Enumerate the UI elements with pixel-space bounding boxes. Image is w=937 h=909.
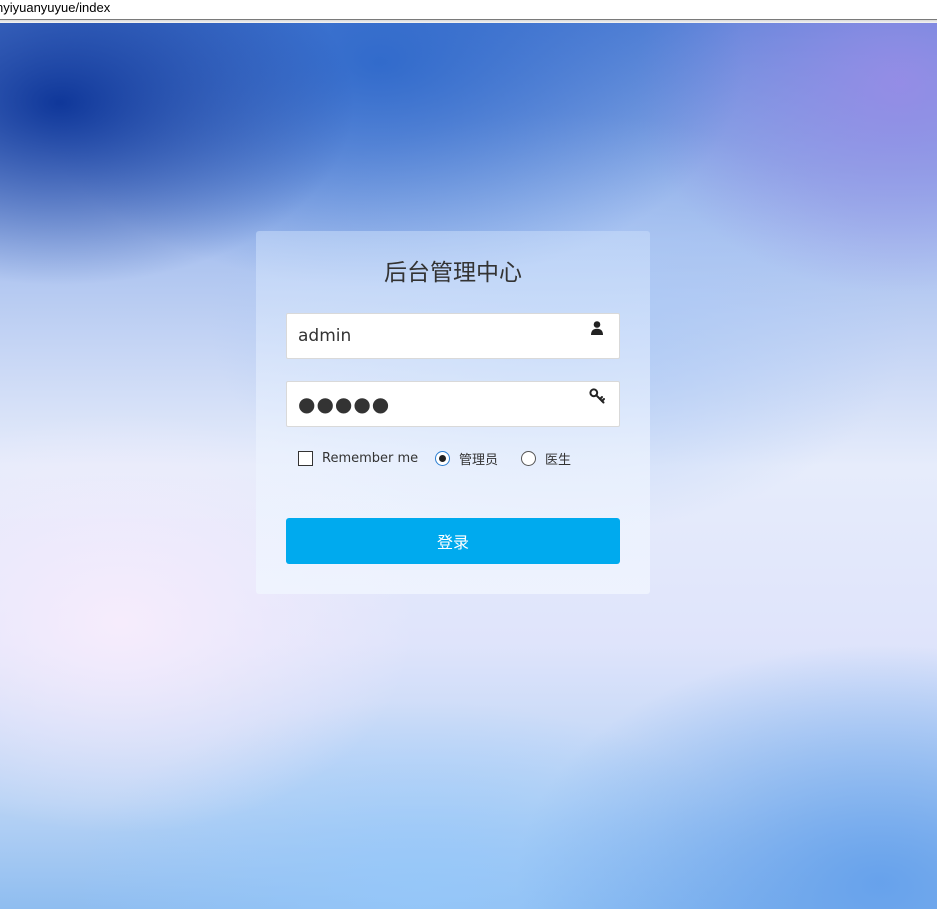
username-input[interactable] — [287, 314, 587, 358]
remember-me-option[interactable]: Remember me — [298, 449, 418, 467]
password-field[interactable] — [286, 381, 620, 427]
role-admin-option[interactable]: 管理员 — [435, 449, 499, 468]
key-icon — [589, 388, 605, 404]
role-admin-radio[interactable] — [435, 450, 450, 466]
login-card: 后台管理中心 admin ●●●●● Remember me 管理员 医生 登录 — [256, 231, 650, 594]
login-button[interactable]: 登录 — [286, 518, 620, 564]
role-doctor-option[interactable]: 医生 — [521, 449, 572, 468]
login-background: 后台管理中心 admin ●●●●● Remember me 管理员 医生 登录 — [0, 23, 937, 909]
username-field[interactable] — [286, 313, 620, 359]
role-doctor-radio[interactable] — [521, 450, 536, 466]
remember-me-checkbox[interactable] — [298, 450, 313, 466]
address-bar[interactable]: nyiyuanyuyue/index — [0, 0, 937, 20]
role-admin-label: 管理员 — [459, 452, 499, 468]
address-bar-text: nyiyuanyuyue/index — [0, 0, 111, 15]
remember-me-label: Remember me — [322, 450, 419, 466]
user-icon — [589, 320, 605, 336]
password-input[interactable] — [287, 382, 587, 426]
page-title: 后台管理中心 — [384, 260, 522, 286]
login-options: Remember me 管理员 医生 — [298, 449, 628, 469]
role-doctor-label: 医生 — [545, 452, 572, 468]
